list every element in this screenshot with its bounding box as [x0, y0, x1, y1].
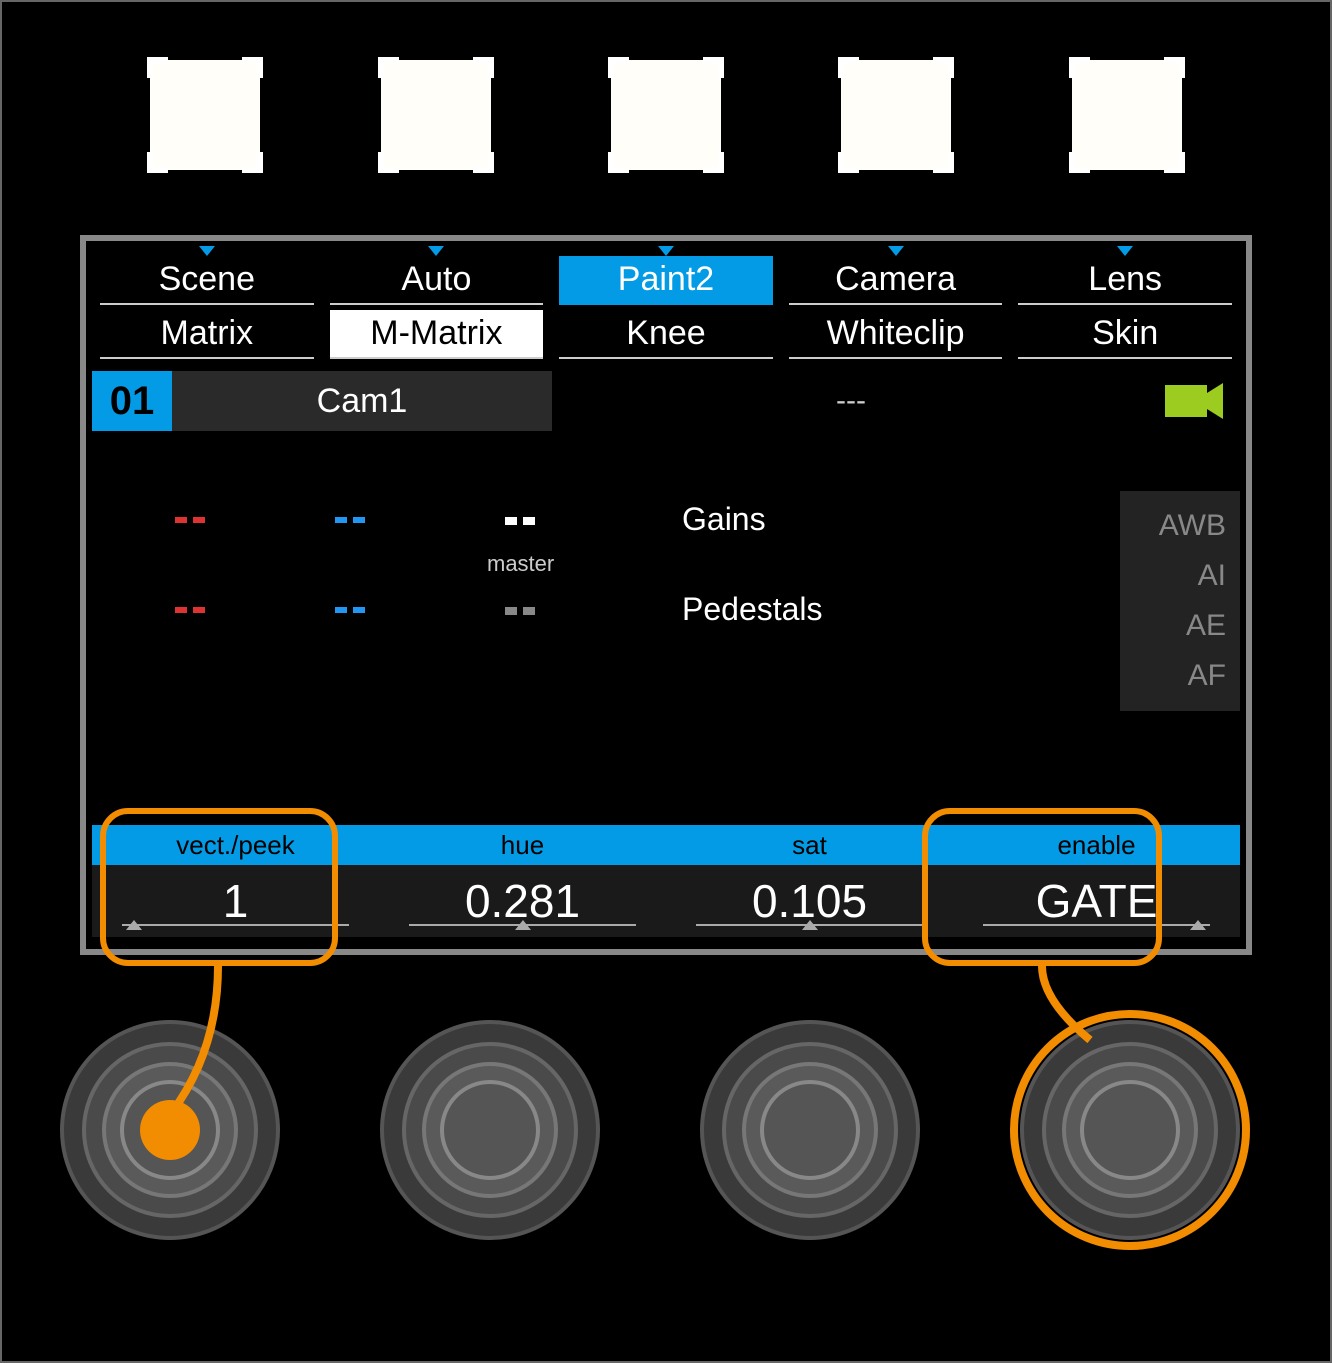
param-value-sat[interactable]: 0.105 — [666, 874, 953, 928]
tab-label: Scene — [159, 260, 255, 298]
gains-red-indicator — [172, 517, 208, 523]
pedestals-label: Pedestals — [682, 591, 823, 628]
tab-skin[interactable]: Skin — [1018, 310, 1232, 359]
tab-whiteclip[interactable]: Whiteclip — [789, 310, 1003, 359]
gains-label: Gains — [682, 501, 766, 538]
gains-blue-indicator — [332, 517, 368, 523]
param-value-hue[interactable]: 0.281 — [379, 874, 666, 928]
param-label-hue: hue — [379, 830, 666, 861]
tab-label: Whiteclip — [827, 314, 965, 352]
tab-label: Skin — [1092, 314, 1158, 352]
camera-name[interactable]: Cam1 — [172, 371, 552, 431]
tab-scene[interactable]: Scene — [100, 256, 314, 305]
pedestals-blue-indicator — [332, 607, 368, 613]
physical-button-2[interactable] — [381, 60, 491, 170]
param-label-vectpeek: vect./peek — [92, 830, 379, 861]
tab-label: M-Matrix — [370, 314, 502, 352]
physical-button-4[interactable] — [841, 60, 951, 170]
tab-paint2[interactable]: Paint2 — [559, 256, 773, 305]
main-area: Gains master Pedestals AWB AI AE AF — [92, 431, 1240, 761]
master-label: master — [487, 551, 554, 577]
camera-icon — [1150, 371, 1240, 431]
param-label-sat: sat — [666, 830, 953, 861]
rotary-knob-2[interactable] — [380, 1020, 600, 1240]
value-text: GATE — [1036, 875, 1158, 927]
awb-item[interactable]: AWB — [1120, 501, 1240, 551]
tab-lens[interactable]: Lens — [1018, 256, 1232, 305]
tab-matrix[interactable]: Matrix — [100, 310, 314, 359]
tab-label: Lens — [1088, 260, 1162, 298]
tab-row-1: Scene Auto Paint2 Camera Lens — [92, 253, 1240, 307]
value-text: 1 — [223, 875, 249, 927]
af-item[interactable]: AF — [1120, 651, 1240, 701]
param-label-enable: enable — [953, 830, 1240, 861]
rotary-knob-3[interactable] — [700, 1020, 920, 1240]
parameter-bar: vect./peek hue sat enable 1 0.281 0.105 — [92, 825, 1240, 937]
param-value-enable[interactable]: GATE — [953, 874, 1240, 928]
ai-item[interactable]: AI — [1120, 551, 1240, 601]
rotary-knob-1[interactable] — [60, 1020, 280, 1240]
physical-buttons-row — [0, 60, 1332, 170]
tab-label: Auto — [401, 260, 471, 298]
tab-m-matrix[interactable]: M-Matrix — [330, 310, 544, 359]
camera-status: --- — [552, 371, 1150, 431]
tab-knee[interactable]: Knee — [559, 310, 773, 359]
physical-button-1[interactable] — [150, 60, 260, 170]
auto-modes-panel: AWB AI AE AF — [1120, 491, 1240, 711]
tab-row-2: Matrix M-Matrix Knee Whiteclip Skin — [92, 307, 1240, 361]
physical-button-5[interactable] — [1072, 60, 1182, 170]
tab-label: Paint2 — [618, 260, 714, 298]
pedestals-red-indicator — [172, 607, 208, 613]
gains-master-indicator — [502, 517, 538, 525]
camera-number[interactable]: 01 — [92, 371, 172, 431]
tab-label: Camera — [835, 260, 956, 298]
pedestals-master-indicator — [502, 607, 538, 615]
tab-camera[interactable]: Camera — [789, 256, 1003, 305]
physical-button-3[interactable] — [611, 60, 721, 170]
camera-header: 01 Cam1 --- — [92, 371, 1240, 431]
tab-label: Knee — [626, 314, 705, 352]
param-value-vectpeek[interactable]: 1 — [92, 874, 379, 928]
rotary-knob-4[interactable] — [1020, 1020, 1240, 1240]
tab-label: Matrix — [161, 314, 254, 352]
tab-auto[interactable]: Auto — [330, 256, 544, 305]
screen: Scene Auto Paint2 Camera Lens Matrix M-M… — [80, 235, 1252, 955]
ae-item[interactable]: AE — [1120, 601, 1240, 651]
